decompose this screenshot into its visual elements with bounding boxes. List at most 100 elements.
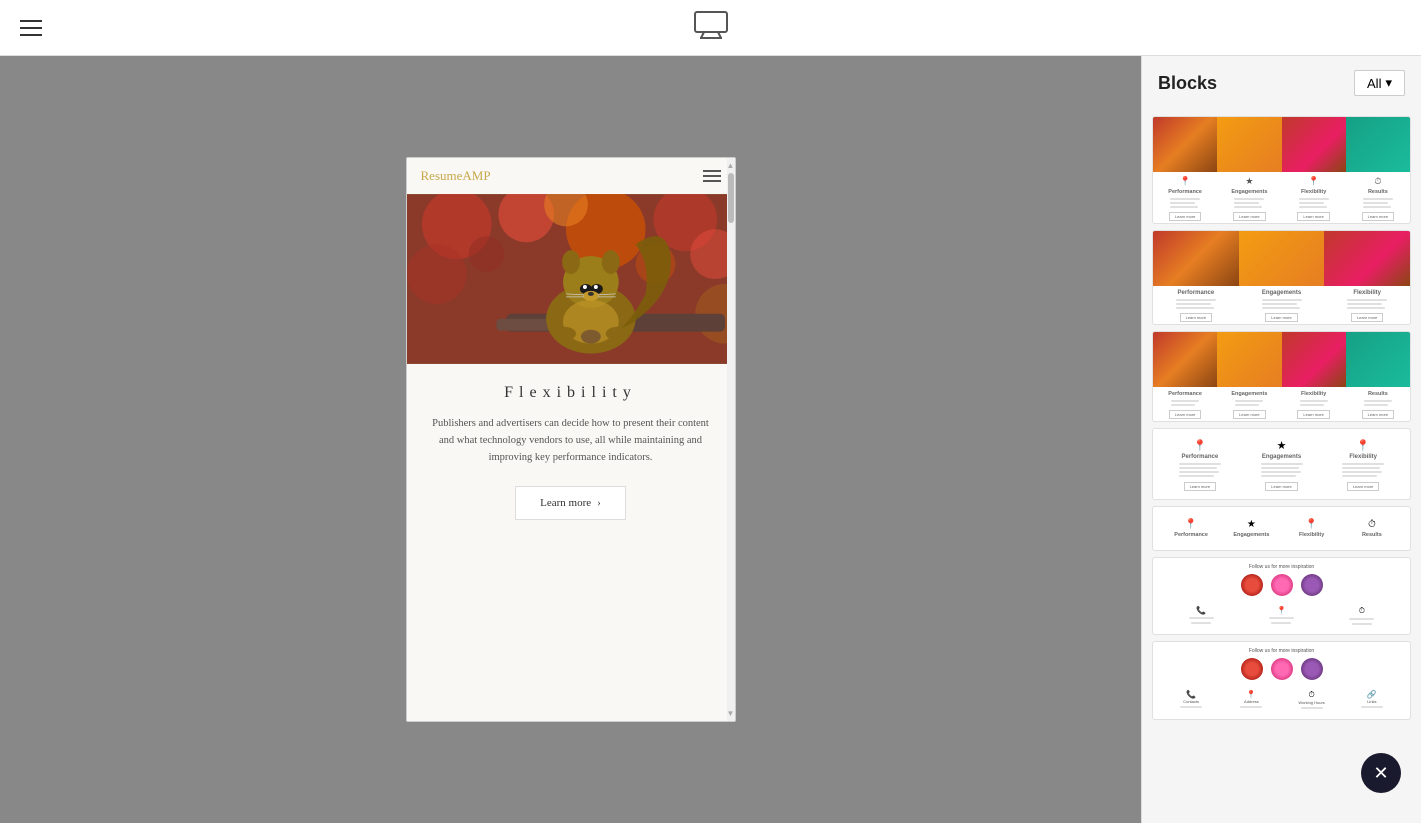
all-filter-button[interactable]: All ▾ <box>1354 70 1405 96</box>
thumb-learn-more: Learn more <box>1265 313 1297 322</box>
thumb-learn-more: Learn more <box>1297 212 1329 221</box>
thumb-col-flexibility: 📍 Flexibility Learn more <box>1282 176 1346 221</box>
thumb-learn-more: Learn more <box>1233 212 1265 221</box>
thumb-col-engagements: ★ Engagements Learn more <box>1241 439 1323 491</box>
thumb-learn-more: Learn more <box>1184 482 1216 491</box>
thumb-learn-more: Learn more <box>1233 410 1265 419</box>
sidebar-header: Blocks All ▾ <box>1142 56 1421 110</box>
mobile-logo: ResumeAMP <box>421 168 491 184</box>
block-item[interactable]: Follow us for more inspiration 📞 📍 <box>1152 557 1411 635</box>
topbar-left <box>20 20 42 36</box>
pin-icon-5: 📍 <box>1305 519 1317 530</box>
thumb-learn-more: Learn more <box>1362 212 1394 221</box>
sidebar-blocks: Blocks All ▾ 📍 Performance Learn more <box>1141 56 1421 823</box>
thumb-image-cherry <box>1282 117 1346 172</box>
close-icon: ✕ <box>1373 763 1388 784</box>
logo-text-accent: AMP <box>462 168 490 183</box>
learn-more-arrow-icon: › <box>597 497 601 509</box>
thumb-image-sunlight <box>1239 231 1325 286</box>
thumb-col-performance: 📍 Performance Learn more <box>1153 176 1217 221</box>
thumb-learn-more: Learn more <box>1362 410 1394 419</box>
thumb-image-teal <box>1346 117 1410 172</box>
thumb-col-performance: Performance Learn more <box>1153 391 1217 419</box>
star-icon: ★ <box>1277 439 1287 452</box>
social-follow-title-2: Follow us for more inspiration <box>1161 648 1402 654</box>
thumb-col-flexibility: 📍 Flexibility <box>1282 519 1342 538</box>
mobile-section-title: Flexibility <box>504 384 637 402</box>
thumb-image-teal <box>1346 332 1410 387</box>
thumb-col-engagements: Engagements Learn more <box>1217 391 1281 419</box>
thumb-col-engagements: Engagements Learn more <box>1239 290 1325 322</box>
hamburger-menu-icon[interactable] <box>20 20 42 36</box>
pin-icon: 📍 <box>1180 176 1191 187</box>
thumb-image-autumn <box>1153 332 1217 387</box>
mobile-content: Flexibility Publishers and advertisers c… <box>407 364 735 721</box>
pin-icon-4: 📍 <box>1185 519 1197 530</box>
thumb-learn-more: Learn more <box>1351 313 1383 322</box>
social-circle-purple-flower <box>1301 574 1323 596</box>
thumb-image-cherry <box>1282 332 1346 387</box>
thumb-col-address: 📍 <box>1241 606 1321 626</box>
block-item[interactable]: Follow us for more inspiration 📞 Contact… <box>1152 641 1411 720</box>
main-area: ▲ ▼ ResumeAMP <box>0 56 1421 823</box>
mobile-preview-frame: ▲ ▼ ResumeAMP <box>406 157 736 722</box>
block-item[interactable]: Performance Learn more Engagements Learn… <box>1152 230 1411 325</box>
thumb-image-autumn <box>1153 117 1217 172</box>
thumb-col-performance: 📍 Performance <box>1161 519 1221 538</box>
pin-icon-7: 📍 <box>1246 690 1256 699</box>
learn-more-button[interactable]: Learn more › <box>515 486 626 520</box>
thumb-col-contacts: 📞 <box>1161 606 1241 626</box>
thumb-col-engagements: ★ Engagements <box>1221 519 1281 538</box>
thumb-col-flexibility: Flexibility Learn more <box>1282 391 1346 419</box>
pin-icon: 📍 <box>1193 439 1207 452</box>
topbar-center <box>693 11 729 44</box>
fab-close-button[interactable]: ✕ <box>1361 753 1401 793</box>
thumb-col-flexibility: 📍 Flexibility Learn more <box>1322 439 1404 491</box>
scroll-down-arrow: ▼ <box>727 709 735 718</box>
all-filter-label: All <box>1367 76 1381 91</box>
block-item[interactable]: 📍 Performance ★ Engagements 📍 Flexibilit… <box>1152 506 1411 551</box>
thumb-col-links: 🔗 Links <box>1342 690 1402 711</box>
thumb-learn-more: Learn more <box>1347 482 1379 491</box>
block-item[interactable]: Performance Learn more Engagements Learn… <box>1152 331 1411 422</box>
logo-text-main: Resume <box>421 168 463 183</box>
thumb-col-performance: Performance Learn more <box>1153 290 1239 322</box>
learn-more-label: Learn more <box>540 497 591 509</box>
clock-icon-3: ⏱ <box>1359 606 1365 616</box>
preview-area: ▲ ▼ ResumeAMP <box>0 56 1141 823</box>
pin-icon-6: 📍 <box>1277 606 1287 615</box>
thumb-col-results: ⏱ Results <box>1342 519 1402 538</box>
mobile-scrollbar: ▲ ▼ <box>727 158 735 721</box>
star-icon-2: ★ <box>1247 519 1256 530</box>
thumb-image-autumn <box>1153 231 1239 286</box>
thumb-col-results: ⏱ Results Learn more <box>1346 176 1410 221</box>
scroll-up-arrow: ▲ <box>727 161 735 170</box>
link-icon: 🔗 <box>1367 690 1377 699</box>
thumb-learn-more: Learn more <box>1297 410 1329 419</box>
clock-icon: ⏱ <box>1374 176 1381 187</box>
social-circle-pink-flower-2 <box>1271 658 1293 680</box>
social-follow-title: Follow us for more inspiration <box>1161 564 1402 570</box>
monitor-icon <box>693 11 729 44</box>
social-circle-mushroom <box>1241 574 1263 596</box>
thumb-learn-more: Learn more <box>1265 482 1297 491</box>
mobile-description-text: Publishers and advertisers can decide ho… <box>427 416 715 466</box>
phone-icon: 📞 <box>1196 606 1206 615</box>
thumb-col-engagements: ★ Engagements Learn more <box>1217 176 1281 221</box>
thumb-image-cherry <box>1324 231 1410 286</box>
thumb-image-sunlight <box>1217 332 1281 387</box>
thumb-col-performance: 📍 Performance Learn more <box>1159 439 1241 491</box>
all-filter-dropdown-icon: ▾ <box>1385 75 1392 91</box>
mobile-menu-icon[interactable] <box>703 170 721 182</box>
social-circle-pink-flower <box>1271 574 1293 596</box>
thumb-learn-more: Learn more <box>1169 410 1201 419</box>
thumb-col-flexibility: Flexibility Learn more <box>1324 290 1410 322</box>
block-item[interactable]: 📍 Performance Learn more ★ Engagements L… <box>1152 116 1411 224</box>
thumb-learn-more: Learn more <box>1180 313 1212 322</box>
hero-squirrel-svg <box>407 194 735 364</box>
star-icon: ★ <box>1245 176 1253 187</box>
block-item[interactable]: 📍 Performance Learn more ★ Engagements L… <box>1152 428 1411 500</box>
social-circle-purple-flower-2 <box>1301 658 1323 680</box>
pin-icon-2: 📍 <box>1308 176 1319 187</box>
thumb-col-contacts-2: 📞 Contacts <box>1161 690 1221 711</box>
